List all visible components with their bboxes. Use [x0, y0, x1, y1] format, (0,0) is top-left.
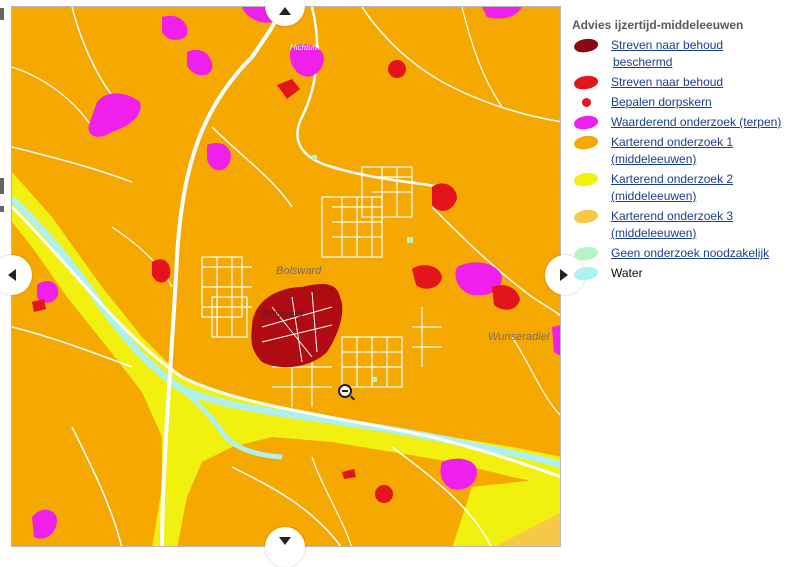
pan-down-button[interactable]	[265, 527, 305, 567]
legend-label-line: (middeleeuwen)	[611, 152, 697, 166]
legend-label[interactable]: Geen onderzoek noodzakelijk	[611, 245, 769, 262]
town-label-bolsward: Bolsward	[276, 265, 322, 277]
legend-swatch	[570, 264, 602, 283]
legend-label[interactable]: Karterend onderzoek 1 (middeleeuwen)	[611, 134, 733, 168]
legend-swatch	[570, 73, 602, 92]
area-symbol-icon	[572, 264, 600, 283]
map-legend: Advies ijzertijd-middeleeuwen Streven na…	[570, 18, 810, 285]
zoom-out-icon[interactable]	[338, 384, 352, 398]
legend-label-line: Streven naar behoud	[611, 38, 724, 52]
legend-label[interactable]: Karterend onderzoek 2 (middeleeuwen)	[611, 171, 733, 205]
legend-item[interactable]: Karterend onderzoek 3 (middeleeuwen)	[570, 207, 810, 242]
dot-symbol-icon	[582, 98, 591, 107]
legend-label-line: (middeleeuwen)	[611, 226, 697, 240]
area-symbol-icon	[572, 36, 600, 55]
legend-label[interactable]: Streven naar behoud	[611, 74, 723, 91]
legend-swatch	[570, 36, 602, 55]
legend-swatch	[570, 170, 602, 189]
legend-item[interactable]: Geen onderzoek noodzakelijk	[570, 244, 810, 263]
place-label-hichtum: Hichtum	[290, 43, 320, 52]
legend-title: Advies ijzertijd-middeleeuwen	[572, 18, 744, 32]
legend-label: Water	[611, 265, 643, 282]
legend-swatch	[570, 244, 602, 263]
triangle-up-icon	[279, 7, 291, 15]
town-label-bolsward-center: Bolsward	[262, 309, 304, 320]
toolbar-fragment	[0, 8, 4, 20]
area-symbol-icon	[572, 244, 600, 263]
triangle-right-icon	[560, 269, 568, 281]
legend-swatch	[570, 94, 602, 111]
legend-label-line: beschermd	[613, 55, 673, 69]
legend-item[interactable]: Karterend onderzoek 1 (middeleeuwen)	[570, 133, 810, 168]
triangle-left-icon	[8, 269, 16, 281]
area-symbol-icon	[572, 113, 600, 132]
legend-label-line: Waarderend onderzoek (terpen)	[611, 115, 782, 129]
legend-label[interactable]: Karterend onderzoek 3 (middeleeuwen)	[611, 208, 733, 242]
legend-item[interactable]: Bepalen dorpskern	[570, 94, 810, 111]
legend-label-line: Bepalen dorpskern	[611, 95, 712, 109]
legend-swatch	[570, 133, 602, 152]
place-label-wunseradiel: Wunseradiel	[488, 331, 550, 343]
legend-label[interactable]: Streven naar behoud beschermd	[611, 37, 723, 71]
legend-item[interactable]: Streven naar behoud beschermd	[570, 36, 810, 71]
area-symbol-icon	[572, 73, 600, 92]
legend-swatch	[570, 207, 602, 226]
legend-label-line: Karterend onderzoek 3	[611, 209, 734, 223]
legend-item: Water	[570, 264, 810, 283]
map-canvas[interactable]	[12, 7, 561, 547]
area-symbol-icon	[572, 133, 600, 152]
legend-swatch	[570, 113, 602, 132]
legend-item[interactable]: Karterend onderzoek 2 (middeleeuwen)	[570, 170, 810, 205]
legend-item[interactable]: Streven naar behoud	[570, 73, 810, 92]
area-symbol-icon	[572, 170, 600, 189]
map-viewport[interactable]: Bolsward Bolsward Wunseradiel Hichtum	[11, 6, 561, 547]
toolbar-fragment	[0, 178, 4, 194]
area-symbol-icon	[572, 207, 600, 226]
toolbar-fragment	[0, 206, 4, 212]
legend-label-line: Streven naar behoud	[611, 75, 724, 89]
legend-label[interactable]: Bepalen dorpskern	[611, 94, 712, 111]
legend-label[interactable]: Waarderend onderzoek (terpen)	[611, 114, 781, 131]
legend-label-line: Karterend onderzoek 1	[611, 135, 734, 149]
legend-item[interactable]: Waarderend onderzoek (terpen)	[570, 113, 810, 132]
legend-label-line: Karterend onderzoek 2	[611, 172, 734, 186]
legend-list: Streven naar behoud beschermd Streven naar…	[570, 36, 810, 283]
legend-label-line: Geen onderzoek noodzakelijk	[611, 246, 770, 260]
legend-label-line: Water	[611, 266, 643, 280]
legend-label-line: (middeleeuwen)	[611, 189, 697, 203]
triangle-down-icon	[279, 537, 291, 545]
